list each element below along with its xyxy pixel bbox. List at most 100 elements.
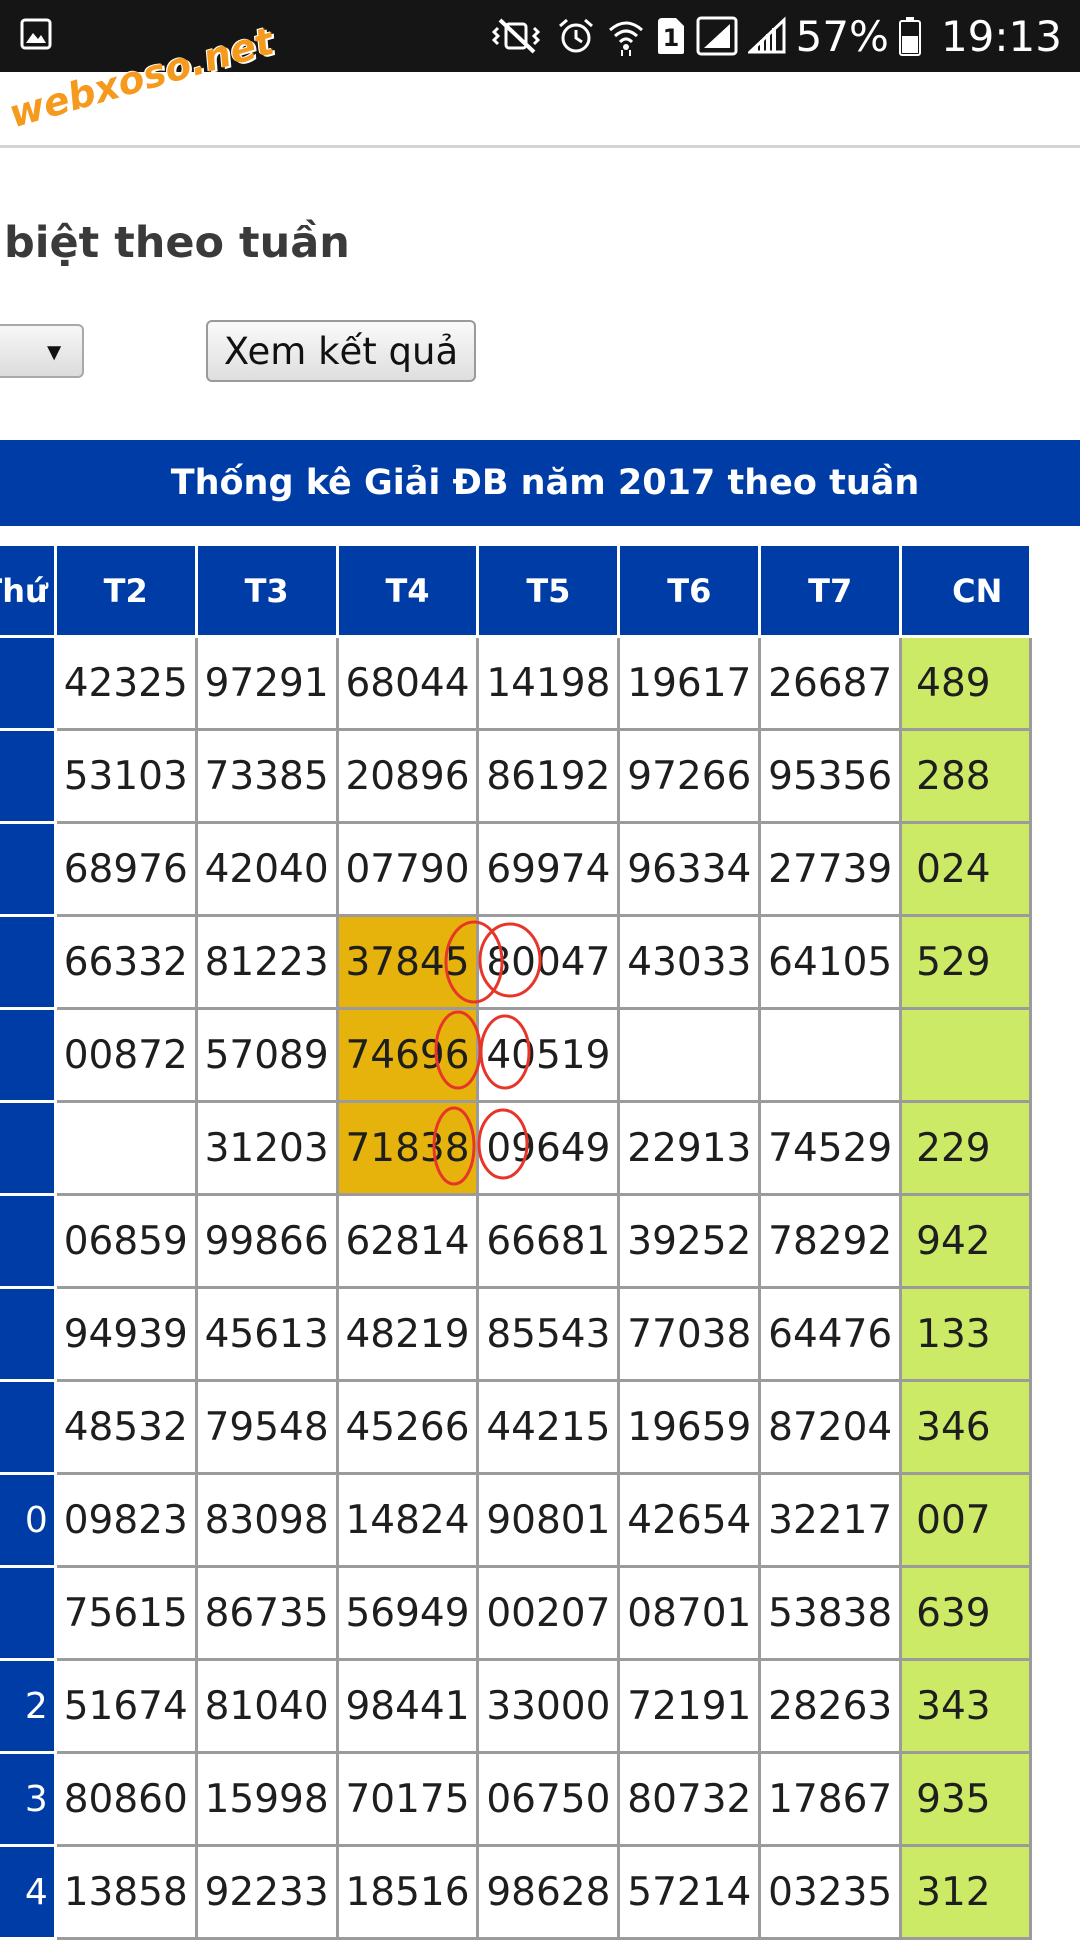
result-cell: 43033 <box>617 914 762 1010</box>
clock: 19:13 <box>940 11 1062 61</box>
result-cell: 22913 <box>617 1100 762 1196</box>
result-cell: 96334 <box>617 821 762 917</box>
signal-icon-2 <box>747 16 786 54</box>
result-cell: 70175 <box>335 1751 480 1847</box>
result-cell: 48219 <box>335 1286 480 1382</box>
week-number-cell <box>0 1100 57 1196</box>
result-cell: 40519 <box>476 1007 621 1103</box>
result-cell: 51674 <box>53 1658 198 1754</box>
result-cell <box>53 1100 198 1196</box>
result-cell: 64105 <box>758 914 903 1010</box>
table-row: 2 51674 81040 98441 33000 72191 28263 343 <box>0 1658 1032 1754</box>
header-divider <box>0 145 1080 148</box>
status-icons: 1 57% 19:13 <box>490 0 1062 72</box>
week-number-cell <box>0 821 57 917</box>
result-cell: 09823 <box>53 1472 198 1568</box>
result-cell: 26687 <box>758 635 903 731</box>
result-cell: 343 <box>899 1658 1032 1754</box>
result-cell: 42040 <box>194 821 339 917</box>
result-cell: 42654 <box>617 1472 762 1568</box>
week-number-cell <box>0 1565 57 1661</box>
view-results-button[interactable]: Xem kết quả <box>206 320 476 382</box>
result-cell: 80860 <box>53 1751 198 1847</box>
result-cell: 57089 <box>194 1007 339 1103</box>
result-cell: 37845 <box>335 914 480 1010</box>
table-row: 00872 57089 74696 40519 <box>0 1007 1032 1103</box>
result-cell: 79548 <box>194 1379 339 1475</box>
column-header-t5: T5 <box>476 543 621 638</box>
table-row: 94939 45613 48219 85543 77038 64476 133 <box>0 1286 1032 1382</box>
result-cell: 87204 <box>758 1379 903 1475</box>
week-number-cell <box>0 914 57 1010</box>
table-row: 06859 99866 62814 66681 39252 78292 942 <box>0 1193 1032 1289</box>
result-cell: 90801 <box>476 1472 621 1568</box>
result-cell: 14198 <box>476 635 621 731</box>
week-number-cell: 4 <box>0 1844 57 1940</box>
result-cell: 20896 <box>335 728 480 824</box>
result-cell: 94939 <box>53 1286 198 1382</box>
result-cell: 229 <box>899 1100 1032 1196</box>
result-cell: 08701 <box>617 1565 762 1661</box>
week-number-cell: 3 <box>0 1751 57 1847</box>
result-cell: 27739 <box>758 821 903 917</box>
result-cell: 03235 <box>758 1844 903 1940</box>
result-cell: 06859 <box>53 1193 198 1289</box>
table-body: 42325 97291 68044 14198 19617 26687 489 53103 73… <box>0 635 1032 1940</box>
result-cell: 73385 <box>194 728 339 824</box>
result-cell: 68976 <box>53 821 198 917</box>
result-cell: 639 <box>899 1565 1032 1661</box>
result-cell: 15998 <box>194 1751 339 1847</box>
table-banner: Thống kê Giải ĐB năm 2017 theo tuần <box>0 440 1080 526</box>
result-cell <box>758 1007 903 1103</box>
result-cell: 64476 <box>758 1286 903 1382</box>
sim-icon: 1 <box>657 18 684 54</box>
table-row: 0 09823 83098 14824 90801 42654 32217 007 <box>0 1472 1032 1568</box>
result-cell: 00872 <box>53 1007 198 1103</box>
chevron-down-icon: ▼ <box>42 339 66 366</box>
result-cell: 97291 <box>194 635 339 731</box>
result-cell: 42325 <box>53 635 198 731</box>
table-header-row: ThứT2T3T4T5T6T7CN <box>0 543 1032 638</box>
column-header-t3: T3 <box>194 543 339 638</box>
result-cell: 48532 <box>53 1379 198 1475</box>
result-cell: 62814 <box>335 1193 480 1289</box>
column-header-t6: T6 <box>617 543 762 638</box>
result-cell: 14824 <box>335 1472 480 1568</box>
result-cell: 489 <box>899 635 1032 731</box>
result-cell: 86735 <box>194 1565 339 1661</box>
result-cell: 66332 <box>53 914 198 1010</box>
result-cell: 71838 <box>335 1100 480 1196</box>
result-cell: 33000 <box>476 1658 621 1754</box>
result-cell: 32217 <box>758 1472 903 1568</box>
result-cell: 98441 <box>335 1658 480 1754</box>
result-cell <box>617 1007 762 1103</box>
year-select[interactable]: ▼ <box>0 324 84 378</box>
table-row: 68976 42040 07790 69974 96334 27739 024 <box>0 821 1032 917</box>
week-number-cell: 0 <box>0 1472 57 1568</box>
result-cell: 28263 <box>758 1658 903 1754</box>
result-cell: 72191 <box>617 1658 762 1754</box>
result-cell: 77038 <box>617 1286 762 1382</box>
week-number-cell <box>0 635 57 731</box>
result-cell: 17867 <box>758 1751 903 1847</box>
result-cell: 00207 <box>476 1565 621 1661</box>
result-cell: 85543 <box>476 1286 621 1382</box>
battery-icon <box>898 17 921 56</box>
week-number-cell: 2 <box>0 1658 57 1754</box>
result-cell: 935 <box>899 1751 1032 1847</box>
table-row: 42325 97291 68044 14198 19617 26687 489 <box>0 635 1032 731</box>
table-row: 31203 71838 09649 22913 74529 229 <box>0 1100 1032 1196</box>
column-header-cn: CN <box>899 543 1032 638</box>
result-cell: 312 <box>899 1844 1032 1940</box>
result-cell: 53103 <box>53 728 198 824</box>
result-cell: 024 <box>899 821 1032 917</box>
result-cell: 09649 <box>476 1100 621 1196</box>
result-cell: 133 <box>899 1286 1032 1382</box>
result-cell <box>899 1007 1032 1103</box>
result-cell: 45266 <box>335 1379 480 1475</box>
result-cell: 288 <box>899 728 1032 824</box>
result-cell: 31203 <box>194 1100 339 1196</box>
result-cell: 92233 <box>194 1844 339 1940</box>
alarm-icon <box>558 18 593 53</box>
result-cell: 69974 <box>476 821 621 917</box>
